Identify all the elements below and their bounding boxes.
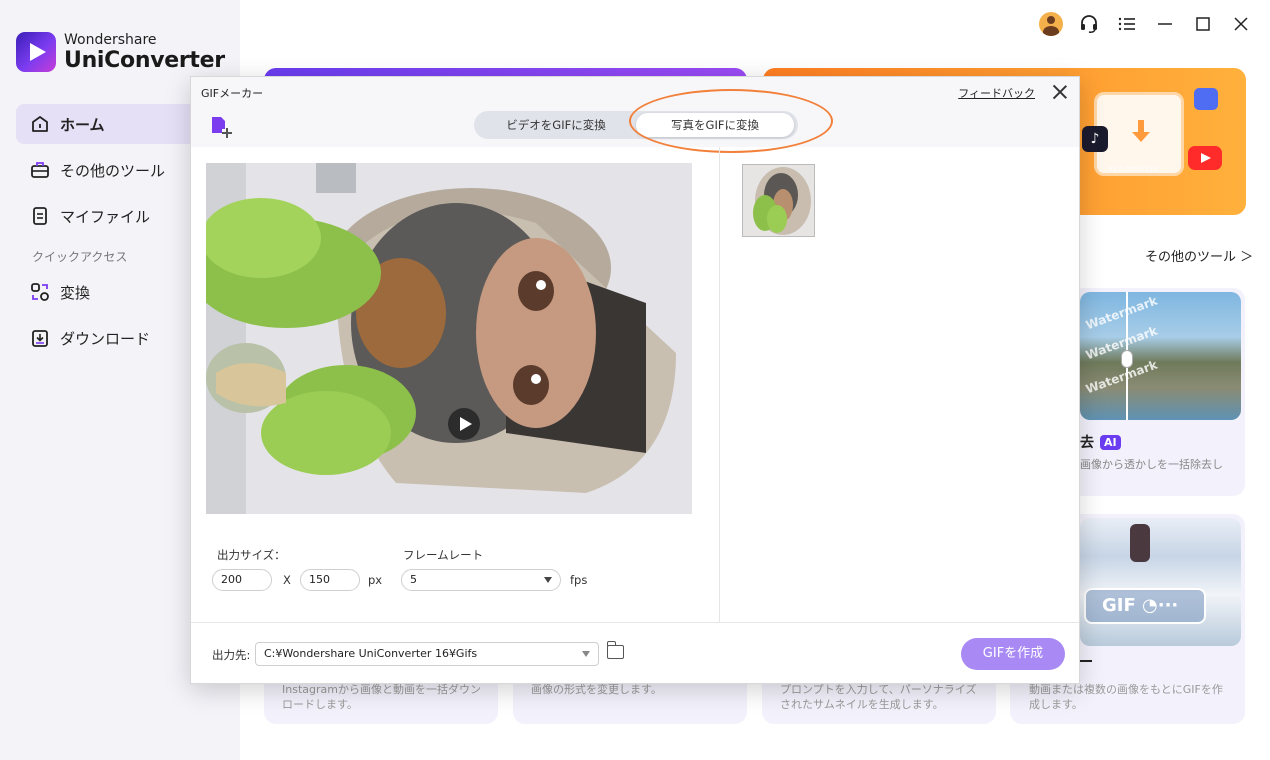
play-icon[interactable] [448, 408, 480, 440]
account-button[interactable] [1036, 10, 1066, 38]
sidebar-item-label: ダウンロード [60, 329, 151, 348]
px-unit-label: px [368, 573, 383, 587]
close-icon [1234, 17, 1248, 31]
tab-video-to-gif[interactable]: ビデオをGIFに変換 [478, 113, 634, 137]
skier-figure [1130, 524, 1150, 562]
ai-badge: AI [1100, 434, 1121, 450]
brand-small: Wondershare [64, 31, 157, 48]
support-button[interactable] [1074, 10, 1104, 38]
uniconverter-logo-icon [16, 32, 56, 72]
window-controls [1036, 10, 1256, 38]
thumbnail-image [743, 165, 814, 236]
output-path-value: C:¥Wondershare UniConverter 16¥Gifs [264, 647, 478, 660]
size-separator: X [283, 573, 291, 587]
convert-icon [31, 283, 49, 301]
maximize-icon [1196, 17, 1210, 31]
add-file-icon[interactable] [209, 115, 233, 139]
card-description: 画像から透かしを一括除去し [1080, 458, 1223, 471]
output-path-select[interactable]: C:¥Wondershare UniConverter 16¥Gifs [255, 642, 599, 666]
more-tools-link[interactable]: その他のツール ＞ [1145, 246, 1253, 265]
card-description: 画像の形式を変更します。 [531, 683, 662, 696]
brand-big: UniConverter [64, 47, 225, 73]
chevron-down-icon [582, 651, 590, 657]
dialog-close-icon[interactable] [1051, 83, 1069, 101]
photo-preview [206, 163, 692, 514]
sidebar-item-label: その他のツール [60, 161, 166, 180]
preview-photo [206, 163, 692, 514]
minimize-button[interactable] [1150, 10, 1180, 38]
width-input[interactable]: 200 [212, 569, 272, 591]
card-title: 去 AI [1080, 432, 1121, 452]
dialog-title: GIFメーカー [201, 87, 264, 100]
gif-label: GIF ◔··· [1084, 588, 1206, 624]
film-icon [1194, 88, 1218, 110]
frame-rate-label: フレームレート [403, 548, 484, 562]
fps-unit-label: fps [570, 573, 588, 587]
output-destination-label: 出力先: [212, 648, 251, 662]
card-description: 動画または複数の画像をもとにGIFを作成します。 [1029, 683, 1223, 711]
youtube-icon [1188, 146, 1222, 170]
card-title [1080, 660, 1092, 662]
output-size-label: 出力サイズ： [217, 548, 286, 562]
menu-list-icon [1118, 17, 1135, 31]
sidebar-item-label: マイファイル [60, 207, 151, 226]
quick-access-heading: クイックアクセス [32, 250, 128, 264]
file-icon [33, 207, 47, 225]
gif-maker-dialog: GIFメーカー フィードバック ビデオをGIFに変換 写真をGIFに変換 出力サ… [190, 76, 1080, 684]
photo-thumbnail[interactable] [742, 164, 815, 237]
footer-divider [191, 622, 1079, 623]
create-gif-button[interactable]: GIFを作成 [961, 638, 1065, 670]
highlight-annotation-ring [629, 89, 833, 153]
sidebar-item-label: 変換 [60, 283, 91, 302]
gif-preview-image: GIF ◔··· [1080, 518, 1241, 646]
toolbox-icon [31, 162, 49, 178]
maximize-button[interactable] [1188, 10, 1218, 38]
card-description: Instagramから画像と動画を一括ダウンロードします。 [282, 683, 481, 711]
home-icon [32, 116, 48, 132]
minimize-icon [1158, 23, 1172, 25]
feedback-link[interactable]: フィードバック [958, 85, 1035, 101]
avatar-icon [1039, 12, 1063, 36]
sidebar-item-label: ホーム [60, 115, 105, 134]
menu-button[interactable] [1112, 10, 1142, 38]
frame-rate-value: 5 [410, 573, 417, 586]
app-logo: Wondershare UniConverter [16, 32, 225, 72]
card-title-text: 去 [1080, 435, 1094, 451]
compare-slider-handle[interactable] [1121, 350, 1133, 368]
tiktok-icon: ♪ [1082, 126, 1108, 152]
dialog-header: GIFメーカー フィードバック ビデオをGIFに変換 写真をGIFに変換 [191, 77, 1079, 153]
download-icon [32, 330, 48, 347]
close-window-button[interactable] [1226, 10, 1256, 38]
folder-icon[interactable] [606, 641, 624, 659]
banner-url: xyz.com/xyz [1108, 164, 1158, 173]
panel-divider [719, 147, 720, 622]
download-arrow-icon [1132, 120, 1150, 146]
card-description: プロンプトを入力して、パーソナライズされたサムネイルを生成します。 [780, 683, 977, 711]
chevron-down-icon [544, 577, 552, 583]
frame-rate-select[interactable]: 5 [401, 569, 561, 591]
height-input[interactable]: 150 [300, 569, 360, 591]
headset-icon [1081, 15, 1097, 33]
gif-label-text: GIF [1102, 595, 1136, 616]
watermark-preview-image: Watermark Watermark Watermark [1080, 292, 1241, 420]
